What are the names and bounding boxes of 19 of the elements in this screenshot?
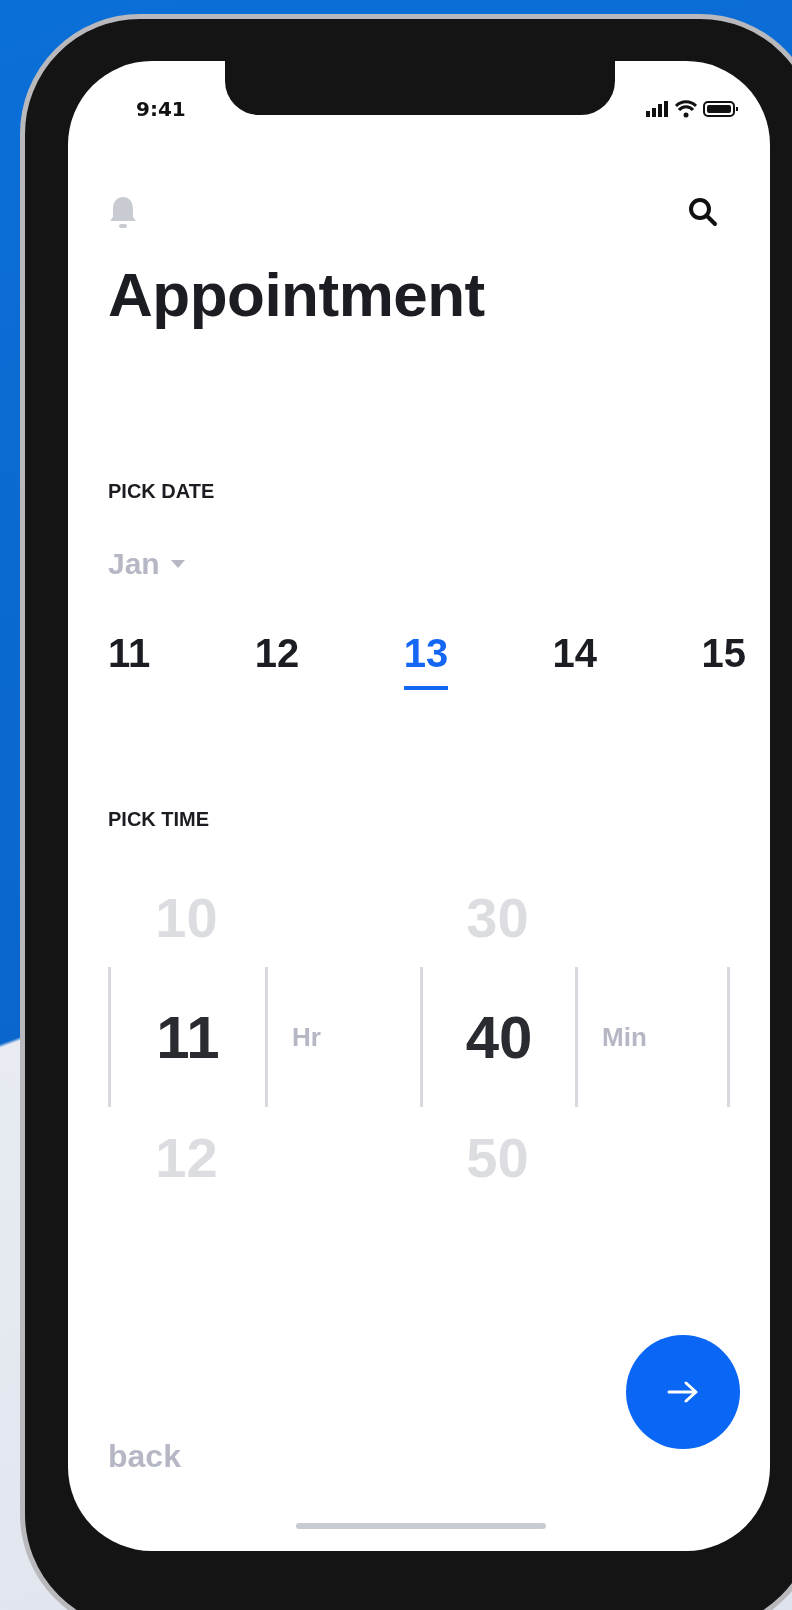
section-label: PICK DATE <box>108 480 216 503</box>
status-time: 9:41 <box>136 97 186 121</box>
signal-icon <box>646 101 668 117</box>
arrow-icon <box>666 1380 700 1404</box>
wifi-icon <box>674 100 698 118</box>
battery-icon <box>703 101 738 117</box>
caret-icon <box>169 559 186 569</box>
date-option[interactable]: 13 <box>403 631 449 690</box>
page-title: Appointment <box>108 259 486 330</box>
search-icon[interactable] <box>688 197 718 227</box>
unit-label: Min <box>575 967 730 1107</box>
date-option[interactable]: 12 <box>254 631 300 690</box>
hour-option[interactable]: 11 <box>108 967 265 1107</box>
section-label: PICK TIME <box>108 808 211 831</box>
date-option[interactable]: 14 <box>552 631 598 690</box>
date-option[interactable]: 11 <box>108 631 151 690</box>
unit-label: Hr <box>265 967 420 1107</box>
date-option[interactable]: 15 <box>701 631 746 690</box>
minute-option[interactable]: 40 <box>420 967 575 1107</box>
